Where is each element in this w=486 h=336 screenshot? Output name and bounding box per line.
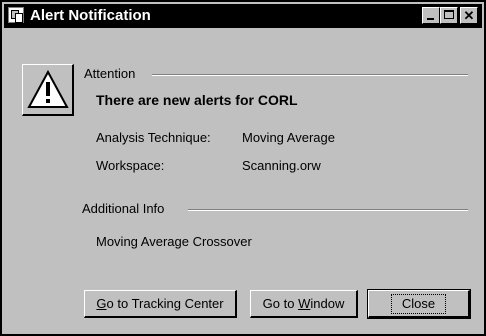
attention-divider: [152, 74, 468, 76]
alert-heading: There are new alerts for CORL: [96, 92, 298, 108]
warning-icon: [27, 69, 69, 108]
additional-info-label: Additional Info: [82, 201, 171, 216]
app-icon[interactable]: [8, 7, 24, 23]
window-title: Alert Notification: [30, 7, 151, 24]
maximize-button[interactable]: [440, 7, 458, 24]
go-to-tracking-center-button[interactable]: Go to Tracking Center: [84, 290, 237, 318]
title-bar[interactable]: Alert Notification ✕: [4, 4, 482, 28]
close-button[interactable]: Close: [367, 289, 471, 319]
additional-info-divider: [188, 209, 468, 211]
close-icon: ✕: [463, 8, 475, 23]
minimize-button[interactable]: [422, 7, 440, 24]
additional-info-text: Moving Average Crossover: [96, 234, 252, 249]
analysis-technique-label: Analysis Technique:: [96, 130, 211, 145]
attention-label: Attention: [84, 66, 142, 81]
go-to-window-button[interactable]: Go to Window: [250, 290, 358, 318]
workspace-label: Workspace:: [96, 158, 165, 173]
go-to-tracking-center-label: Go to Tracking Center: [96, 296, 224, 311]
alert-notification-window: Alert Notification ✕ Attention There are…: [0, 0, 486, 336]
go-to-window-label: Go to Window: [262, 296, 345, 311]
workspace-value: Scanning.orw: [242, 158, 321, 173]
analysis-technique-value: Moving Average: [242, 130, 335, 145]
minimize-icon: [427, 18, 434, 20]
close-button-label: Close: [390, 293, 447, 314]
warning-icon-frame: [22, 64, 74, 116]
maximize-icon: [444, 10, 454, 19]
close-window-button[interactable]: ✕: [460, 7, 478, 24]
